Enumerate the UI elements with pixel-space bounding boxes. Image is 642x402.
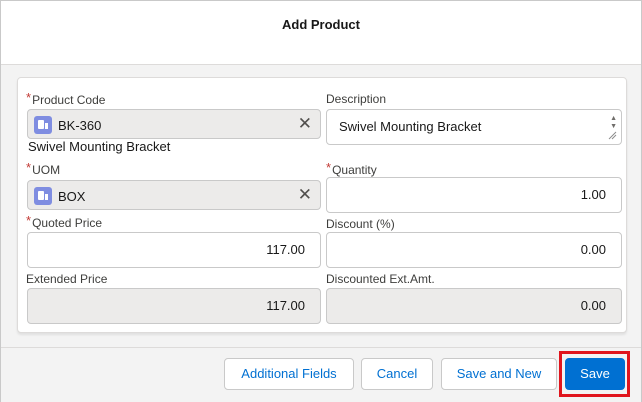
product-code-value: BK-360 bbox=[58, 118, 102, 133]
quoted-price-input[interactable]: 117.00 bbox=[27, 232, 321, 268]
uom-value: BOX bbox=[58, 189, 86, 204]
required-marker: * bbox=[326, 160, 332, 175]
modal-title: Add Product bbox=[282, 17, 360, 32]
quantity-input[interactable]: 1.00 bbox=[326, 177, 622, 213]
required-marker: * bbox=[26, 160, 32, 175]
cancel-button[interactable]: Cancel bbox=[361, 358, 433, 390]
clear-icon[interactable]: ✕ bbox=[298, 186, 312, 203]
clear-icon[interactable]: ✕ bbox=[298, 115, 312, 132]
description-label: Description bbox=[326, 92, 387, 106]
modal-body: *Product Code BK-360 ✕ Swivel Mounting B… bbox=[1, 65, 641, 347]
quantity-label: *Quantity bbox=[326, 160, 377, 177]
save-and-new-button[interactable]: Save and New bbox=[441, 358, 557, 390]
discount-label: Discount (%) bbox=[326, 217, 395, 231]
discount-input[interactable]: 0.00 bbox=[326, 232, 622, 268]
modal-footer: Additional Fields Cancel Save and New Sa… bbox=[1, 347, 641, 402]
product-name-subtext: Swivel Mounting Bracket bbox=[28, 139, 171, 154]
uom-record-icon bbox=[34, 187, 52, 205]
product-form-card: *Product Code BK-360 ✕ Swivel Mounting B… bbox=[17, 77, 627, 333]
product-code-label: *Product Code bbox=[26, 90, 106, 107]
uom-lookup[interactable]: BOX ✕ bbox=[27, 180, 321, 210]
scroll-arrows-icon[interactable]: ▲ ▼ bbox=[610, 115, 617, 131]
discounted-ext-amt-field: 0.00 bbox=[326, 288, 622, 324]
extended-price-label: Extended Price bbox=[26, 272, 108, 286]
product-code-lookup[interactable]: BK-360 ✕ bbox=[27, 109, 321, 139]
required-marker: * bbox=[26, 213, 32, 228]
add-product-modal: Add Product *Product Code BK-360 ✕ Swive… bbox=[0, 0, 642, 402]
extended-price-field: 117.00 bbox=[27, 288, 321, 324]
description-value: Swivel Mounting Bracket bbox=[339, 119, 482, 134]
discounted-ext-amt-label: Discounted Ext.Amt. bbox=[326, 272, 435, 286]
uom-label: *UOM bbox=[26, 160, 61, 177]
description-textarea[interactable]: Swivel Mounting Bracket ▲ ▼ bbox=[326, 109, 622, 145]
product-record-icon bbox=[34, 116, 52, 134]
resize-grip-icon[interactable] bbox=[607, 130, 617, 140]
required-marker: * bbox=[26, 90, 32, 105]
modal-header: Add Product bbox=[1, 1, 641, 65]
save-highlight-box bbox=[559, 351, 630, 397]
quoted-price-label: *Quoted Price bbox=[26, 213, 103, 230]
additional-fields-button[interactable]: Additional Fields bbox=[224, 358, 354, 390]
